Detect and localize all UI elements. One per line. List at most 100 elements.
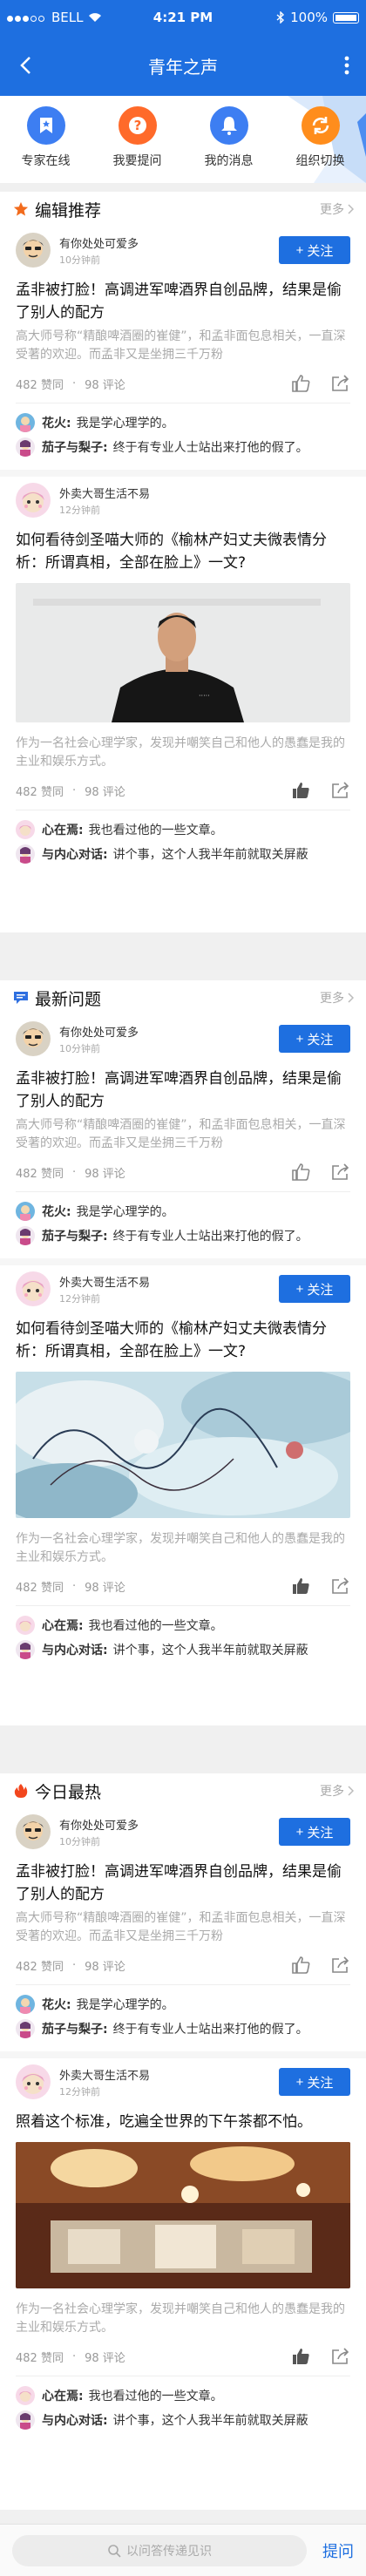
- follow-button[interactable]: + 关注: [279, 1025, 350, 1053]
- thumbs-up-icon[interactable]: [291, 2348, 310, 2365]
- avatar[interactable]: [16, 1271, 51, 1306]
- share-icon[interactable]: [331, 2348, 350, 2365]
- follow-button[interactable]: + 关注: [279, 1275, 350, 1303]
- comment-item[interactable]: 与内心对话: 讲个事，这个人我半年前就取关屏蔽: [16, 2408, 350, 2432]
- more-link[interactable]: 更多: [320, 1782, 354, 1800]
- commenter-name: 茄子与梨子:: [42, 441, 108, 455]
- commenter-name: 花火:: [42, 1998, 71, 2012]
- avatar[interactable]: [16, 2064, 51, 2099]
- comment-item[interactable]: 与内心对话: 讲个事，这个人我半年前就取关屏蔽: [16, 842, 350, 866]
- chevron-left-icon: [20, 57, 30, 74]
- follow-label: 关注: [307, 2075, 334, 2091]
- post-excerpt: 高大师号称“精酿啤酒圈的崔健”，和孟非面包息相关，一直深受著的欢迎。而孟非又是坐…: [16, 1118, 346, 1150]
- thumbs-up-icon[interactable]: [291, 1163, 310, 1181]
- comment-text: 终于有专业人士站出来打他的假了。: [112, 441, 308, 455]
- share-icon[interactable]: [331, 782, 350, 799]
- post-stats: 482 赞同 · 98 评论: [16, 771, 350, 810]
- more-vertical-icon: [344, 56, 349, 75]
- post-card[interactable]: 外卖大哥生活不易 12分钟前 + 关注 照着这个标准，吃遍全世界的下午茶都不怕。 …: [0, 2058, 366, 2376]
- comment-text: 我也看过他的一些文章。: [88, 824, 223, 837]
- back-button[interactable]: [12, 52, 38, 78]
- commenter-name: 茄子与梨子:: [42, 2023, 108, 2037]
- post-card[interactable]: 有你处处可爱多 10分钟前 + 关注 孟非被打脸！高调进军啤酒界自创品牌，结果是偷…: [0, 1808, 366, 1984]
- more-link[interactable]: 更多: [320, 989, 354, 1007]
- post-time: 12分钟前: [59, 504, 100, 516]
- follow-button[interactable]: + 关注: [279, 2068, 350, 2096]
- comment-count: 98 评论: [85, 785, 125, 799]
- like-count: 482 赞同: [16, 1581, 64, 1595]
- post-title[interactable]: 孟非被打脸！高调进军啤酒界自创品牌，结果是偷了别人的配方: [16, 1861, 350, 1906]
- comment-text: 终于有专业人士站出来打他的假了。: [112, 2023, 308, 2037]
- post-card[interactable]: 有你处处可爱多 10分钟前 + 关注 孟非被打脸！高调进军啤酒界自创品牌，结果是偷…: [0, 227, 366, 403]
- share-icon[interactable]: [331, 1956, 350, 1974]
- thumbs-up-icon[interactable]: [291, 1577, 310, 1595]
- comment-item[interactable]: 与内心对话: 讲个事，这个人我半年前就取关屏蔽: [16, 1637, 350, 1662]
- post-card[interactable]: 外卖大哥生活不易 12分钟前 如何看待剑圣喵大师的《榆林产妇丈夫微表情分析：所谓…: [0, 477, 366, 810]
- post-title[interactable]: 照着这个标准，吃遍全世界的下午茶都不怕。: [16, 2111, 350, 2133]
- menu-item-ask[interactable]: ? 我要提问: [92, 96, 183, 183]
- comment-item[interactable]: 茄子与梨子: 终于有专业人士站出来打他的假了。: [16, 1224, 350, 1248]
- separator: ·: [71, 1958, 77, 1972]
- post-excerpt: 作为一名社会心理学家，发现并嘲笑自己和他人的愚蠢是我的主业和娱乐方式。: [16, 2302, 345, 2335]
- post-title[interactable]: 如何看待剑圣喵大师的《榆林产妇丈夫微表情分析：所谓真相，全部在脸上》一文?: [16, 1318, 350, 1363]
- post-card[interactable]: 外卖大哥生活不易 12分钟前 + 关注 如何看待剑圣喵大师的《榆林产妇丈夫微表情分…: [0, 1265, 366, 1605]
- post-author: 外卖大哥生活不易 12分钟前: [16, 477, 350, 524]
- follow-label: 关注: [307, 1032, 334, 1047]
- post-time: 10分钟前: [59, 1835, 100, 1847]
- commenter-name: 心在焉:: [42, 824, 84, 837]
- post-gap: [0, 1258, 366, 1265]
- share-icon[interactable]: [331, 375, 350, 392]
- commenter-avatar: [16, 844, 35, 864]
- thumbs-up-icon[interactable]: [291, 375, 310, 392]
- ask-button[interactable]: 提问: [322, 2539, 354, 2562]
- post-title[interactable]: 孟非被打脸！高调进军啤酒界自创品牌，结果是偷了别人的配方: [16, 1068, 350, 1113]
- post-stats: 482 赞同 · 98 评论: [16, 1567, 350, 1605]
- bluetooth-icon: [276, 11, 285, 24]
- comment-item[interactable]: 花火: 我是学心理学的。: [16, 1199, 350, 1224]
- share-icon[interactable]: [331, 1163, 350, 1181]
- post-image[interactable]: [16, 1372, 350, 1518]
- share-icon[interactable]: [331, 1577, 350, 1595]
- battery-percent: 100%: [290, 10, 328, 25]
- avatar[interactable]: [16, 483, 51, 518]
- question-icon: ?: [118, 106, 157, 145]
- commenter-avatar: [16, 437, 35, 457]
- comment-item[interactable]: 茄子与梨子: 终于有专业人士站出来打他的假了。: [16, 2017, 350, 2041]
- avatar[interactable]: [16, 1814, 51, 1849]
- separator: ·: [71, 376, 77, 390]
- comment-text: 我也看过他的一些文章。: [88, 1619, 223, 1633]
- author-name: 外卖大哥生活不易: [59, 487, 151, 501]
- post-author: 有你处处可爱多 10分钟前 + 关注: [16, 227, 350, 274]
- thumbs-up-icon[interactable]: [291, 782, 310, 799]
- more-menu-button[interactable]: [336, 52, 357, 78]
- comment-item[interactable]: 花火: 我是学心理学的。: [16, 1992, 350, 2017]
- comment-item[interactable]: 心在焉: 我也看过他的一些文章。: [16, 817, 350, 842]
- menu-item-expert[interactable]: 专家在线: [0, 96, 92, 183]
- post-excerpt: 高大师号称“精酿啤酒圈的崔健”，和孟非面包息相关，一直深受著的欢迎。而孟非又是坐…: [16, 1911, 346, 1943]
- more-label: 更多: [320, 1785, 344, 1799]
- post-image[interactable]: [16, 2142, 350, 2288]
- post-stats: 482 赞同 · 98 评论: [16, 1153, 350, 1191]
- avatar[interactable]: [16, 233, 51, 268]
- post-title[interactable]: 孟非被打脸！高调进军啤酒界自创品牌，结果是偷了别人的配方: [16, 279, 350, 324]
- comment-item[interactable]: 心在焉: 我也看过他的一些文章。: [16, 2383, 350, 2408]
- comment-text: 我是学心理学的。: [76, 1205, 174, 1219]
- thumbs-up-icon[interactable]: [291, 1956, 310, 1974]
- post-image[interactable]: ·····: [16, 583, 350, 722]
- menu-item-switch-org[interactable]: 组织切换: [274, 96, 366, 183]
- commenter-avatar: [16, 1640, 35, 1659]
- follow-button[interactable]: + 关注: [279, 236, 350, 264]
- search-input[interactable]: 以问答传递见识: [12, 2534, 307, 2566]
- post-card[interactable]: 有你处处可爱多 10分钟前 + 关注 孟非被打脸！高调进军啤酒界自创品牌，结果是偷…: [0, 1015, 366, 1191]
- commenter-name: 花火:: [42, 417, 71, 430]
- comment-item[interactable]: 茄子与梨子: 终于有专业人士站出来打他的假了。: [16, 435, 350, 459]
- post-title[interactable]: 如何看待剑圣喵大师的《榆林产妇丈夫微表情分析：所谓真相，全部在脸上》一文?: [16, 529, 350, 574]
- svg-text:?: ?: [133, 118, 141, 133]
- comment-item[interactable]: 花火: 我是学心理学的。: [16, 410, 350, 435]
- comment-item[interactable]: 心在焉: 我也看过他的一些文章。: [16, 1613, 350, 1637]
- menu-item-messages[interactable]: 我的消息: [183, 96, 274, 183]
- follow-button[interactable]: + 关注: [279, 1818, 350, 1846]
- switch-icon: [301, 106, 340, 145]
- avatar[interactable]: [16, 1021, 51, 1056]
- more-link[interactable]: 更多: [320, 200, 354, 218]
